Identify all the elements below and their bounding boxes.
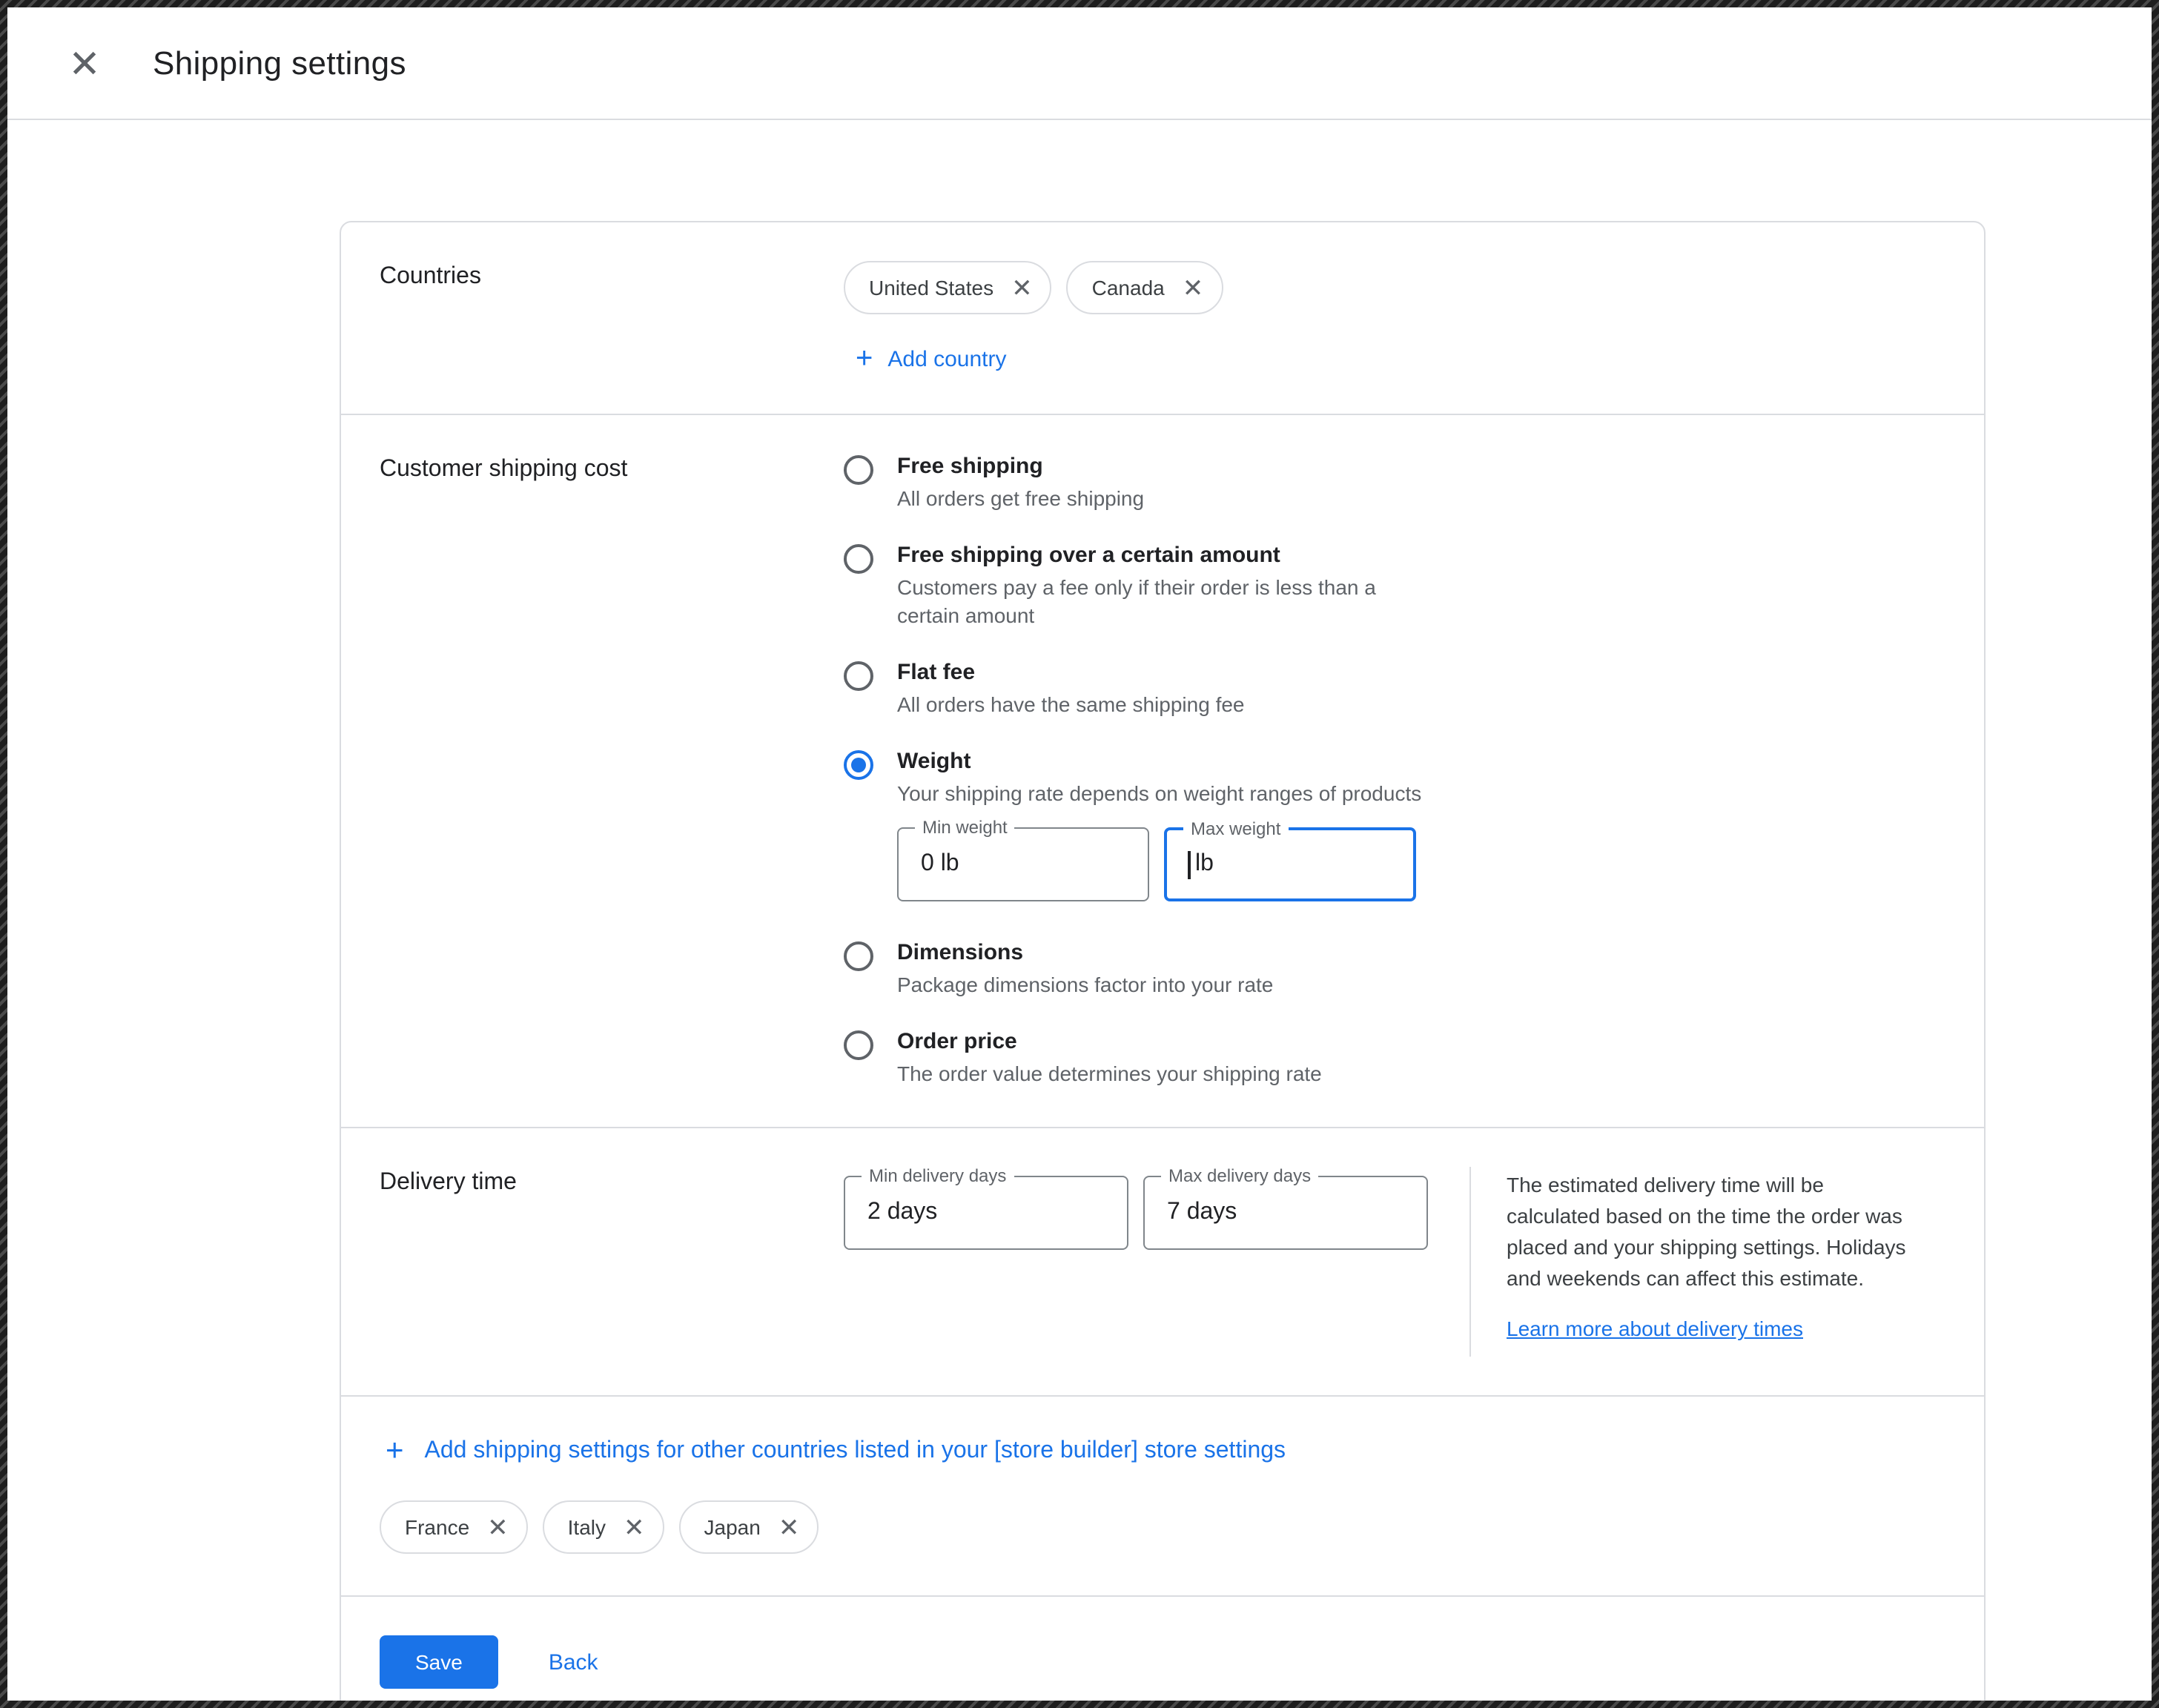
dialog-header: ✕ Shipping settings (7, 7, 2152, 120)
country-chip-france[interactable]: France ✕ (380, 1500, 528, 1554)
max-delivery-days-value: 7 days (1167, 1199, 1237, 1226)
page-title: Shipping settings (153, 44, 406, 82)
min-weight-label: Min weight (915, 818, 1015, 838)
delivery-time-section: Delivery time Min delivery days 2 days M… (341, 1127, 1984, 1395)
option-free-shipping[interactable]: Free shipping All orders get free shippi… (844, 454, 1945, 513)
radio-button[interactable] (844, 661, 873, 690)
min-delivery-days-label: Min delivery days (862, 1165, 1014, 1186)
shipping-cost-section: Customer shipping cost Free shipping All… (341, 414, 1984, 1127)
radio-button[interactable] (844, 1031, 873, 1061)
country-chip-canada[interactable]: Canada ✕ (1067, 261, 1223, 314)
remove-chip-icon[interactable]: ✕ (778, 1515, 800, 1540)
option-title: Dimensions (897, 941, 1273, 966)
option-free-shipping-over-amount[interactable]: Free shipping over a certain amount Cust… (844, 543, 1945, 630)
delivery-time-label: Delivery time (380, 1167, 844, 1357)
min-delivery-days-field[interactable]: Min delivery days 2 days (844, 1176, 1128, 1250)
countries-section: Countries United States ✕ Canada ✕ (341, 222, 1984, 414)
min-weight-value: 0 lb (921, 852, 959, 878)
add-country-label: Add country (887, 346, 1006, 371)
country-chip-japan[interactable]: Japan ✕ (679, 1500, 819, 1554)
option-title: Free shipping (897, 454, 1144, 479)
remove-chip-icon[interactable]: ✕ (1011, 275, 1033, 300)
back-button[interactable]: Back (549, 1649, 598, 1675)
shipping-cost-label: Customer shipping cost (380, 454, 844, 1088)
country-chip-united-states[interactable]: United States ✕ (844, 261, 1052, 314)
option-title: Flat fee (897, 659, 1245, 684)
delivery-info: The estimated delivery time will be calc… (1507, 1167, 1916, 1345)
window-frame: ✕ Shipping settings Countries United Sta… (0, 0, 2159, 1708)
remove-chip-icon[interactable]: ✕ (487, 1515, 509, 1540)
option-weight[interactable]: Weight Your shipping rate depends on wei… (844, 748, 1945, 911)
chip-label: France (405, 1515, 469, 1539)
option-desc: Your shipping rate depends on weight ran… (897, 779, 1421, 807)
max-weight-label: Max weight (1183, 819, 1288, 840)
learn-more-link[interactable]: Learn more about delivery times (1507, 1314, 1803, 1345)
option-flat-fee[interactable]: Flat fee All orders have the same shippi… (844, 659, 1945, 718)
plus-icon: + (856, 344, 873, 374)
min-delivery-days-value: 2 days (867, 1199, 937, 1226)
country-chip-italy[interactable]: Italy ✕ (543, 1500, 664, 1554)
chip-label: Italy (568, 1515, 606, 1539)
shipping-cost-options: Free shipping All orders get free shippi… (844, 454, 1945, 1088)
shipping-settings-dialog: ✕ Shipping settings Countries United Sta… (7, 7, 2152, 1701)
vertical-divider (1469, 1167, 1471, 1357)
country-chips: United States ✕ Canada ✕ (844, 261, 1945, 314)
option-title: Weight (897, 748, 1421, 773)
settings-card: Countries United States ✕ Canada ✕ (340, 221, 1986, 1701)
max-weight-field[interactable]: Max weight lb (1164, 828, 1416, 902)
chip-label: Japan (704, 1515, 761, 1539)
option-title: Free shipping over a certain amount (897, 543, 1431, 568)
add-country-button[interactable]: + Add country (856, 344, 1006, 374)
max-delivery-days-field[interactable]: Max delivery days 7 days (1143, 1176, 1428, 1250)
countries-label: Countries (380, 261, 844, 375)
remove-chip-icon[interactable]: ✕ (624, 1515, 645, 1540)
chip-label: Canada (1092, 276, 1165, 299)
option-desc: Package dimensions factor into your rate (897, 972, 1273, 1000)
radio-button[interactable] (844, 455, 873, 485)
option-desc: The order value determines your shipping… (897, 1061, 1322, 1089)
footer-actions: Save Back (341, 1595, 1984, 1701)
radio-button[interactable] (844, 544, 873, 574)
option-title: Order price (897, 1030, 1322, 1055)
remove-chip-icon[interactable]: ✕ (1183, 275, 1204, 300)
delivery-fields: Min delivery days 2 days Max delivery da… (844, 1176, 1428, 1250)
radio-button[interactable] (844, 942, 873, 972)
option-order-price[interactable]: Order price The order value determines y… (844, 1030, 1945, 1089)
max-weight-value: lb (1195, 852, 1214, 878)
save-button[interactable]: Save (380, 1635, 498, 1689)
other-country-chips: France ✕ Italy ✕ Japan ✕ (380, 1500, 1945, 1554)
plus-icon: + (386, 1435, 404, 1466)
close-icon[interactable]: ✕ (61, 44, 108, 82)
weight-fields: Min weight 0 lb Max weight lb (897, 828, 1421, 902)
option-dimensions[interactable]: Dimensions Package dimensions factor int… (844, 941, 1945, 1000)
option-desc: All orders have the same shipping fee (897, 690, 1245, 718)
min-weight-field[interactable]: Min weight 0 lb (897, 828, 1149, 902)
delivery-info-text: The estimated delivery time will be calc… (1507, 1173, 1906, 1290)
option-desc: Customers pay a fee only if their order … (897, 574, 1431, 630)
max-delivery-days-label: Max delivery days (1161, 1165, 1318, 1186)
other-countries-section: + Add shipping settings for other countr… (341, 1395, 1984, 1595)
option-desc: All orders get free shipping (897, 485, 1144, 513)
text-caret (1188, 851, 1191, 879)
add-other-countries-button[interactable]: + Add shipping settings for other countr… (386, 1435, 1286, 1466)
dialog-body: Countries United States ✕ Canada ✕ (7, 120, 2152, 1701)
chip-label: United States (869, 276, 993, 299)
radio-button-selected[interactable] (844, 749, 873, 779)
add-other-countries-label: Add shipping settings for other countrie… (425, 1437, 1286, 1464)
